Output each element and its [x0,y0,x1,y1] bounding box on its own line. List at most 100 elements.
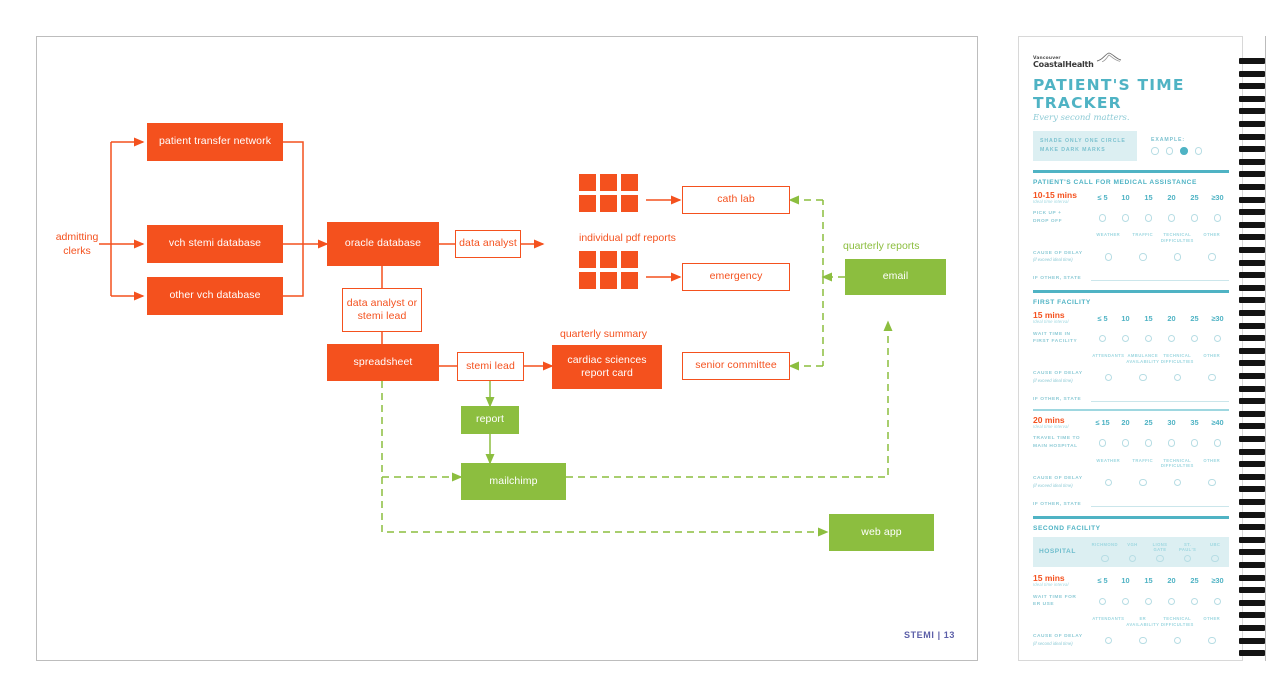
node-senior-committee[interactable]: senior committee [682,352,790,380]
node-patient-transfer-network[interactable]: patient transfer network [147,123,283,161]
node-email[interactable]: email [845,259,946,295]
node-other-vch-database[interactable]: other vch database [147,277,283,315]
binding-ring [1239,637,1265,644]
node-stemi-lead[interactable]: stemi lead [457,352,524,381]
radio-circle[interactable] [1104,253,1112,261]
hospital-radio[interactable] [1128,554,1137,563]
radio-circle[interactable] [1213,214,1222,222]
node-cardiac-sciences-report-card[interactable]: cardiac sciences report card [552,345,662,389]
radio-circle[interactable] [1139,253,1147,261]
other-input-line[interactable] [1091,393,1229,402]
radio-circle[interactable] [1190,439,1199,447]
other-label: IF OTHER, STATE [1033,660,1091,661]
radio-circle[interactable] [1144,214,1153,222]
cause-note: (if exceed ideal time) [1033,257,1073,263]
scale-tick: ≤ 5 [1097,576,1108,586]
binding-ring [1239,310,1265,316]
node-spreadsheet[interactable]: spreadsheet [327,344,439,381]
hospital-radio[interactable] [1211,554,1219,563]
section-heading: FIRST FACILITY [1033,299,1091,307]
node-data-analyst[interactable]: data analyst [455,230,521,258]
example-circle[interactable] [1151,147,1159,155]
scale-tick: 20 [1121,418,1130,428]
option-cell [1160,597,1183,605]
pdf-square [621,251,638,268]
radio-circle[interactable] [1144,334,1153,343]
cause-options [1091,253,1229,261]
radio-circle[interactable] [1213,334,1222,343]
radio-circle[interactable] [1139,478,1147,487]
radio-circle[interactable] [1173,373,1181,382]
radio-circle[interactable] [1144,439,1153,447]
hospital-radio[interactable] [1183,554,1192,563]
radio-circle[interactable] [1173,636,1181,645]
hospital-radio[interactable] [1101,554,1109,563]
binding-ring [1239,221,1265,228]
radio-circle[interactable] [1167,214,1176,222]
pdf-report-grid-emergency [579,251,638,289]
radio-circle[interactable] [1121,597,1130,605]
node-oracle-database[interactable]: oracle database [327,222,439,266]
radio-circle[interactable] [1167,597,1176,605]
other-input-line[interactable] [1091,656,1229,660]
cause-row: CAUSE OF DELAY (if exceed ideal time) [1033,250,1229,265]
binding-ring [1239,398,1265,405]
other-input-line[interactable] [1091,498,1229,507]
option-cell [1195,253,1230,261]
option-cell [1091,597,1114,605]
radio-circle[interactable] [1213,439,1222,447]
radio-circle[interactable] [1104,636,1112,645]
question-label: TRAVEL TIME TO MAIN HOSPITAL [1033,436,1081,450]
radio-circle[interactable] [1139,373,1147,382]
hospital-radio[interactable] [1156,554,1164,563]
scale-tick: 15 [1144,313,1153,323]
radio-circle[interactable] [1098,214,1107,222]
radio-circle[interactable] [1121,334,1130,343]
scale-tick: 25 [1190,192,1199,202]
radio-circle[interactable] [1104,478,1112,487]
radio-circle[interactable] [1167,334,1176,343]
example-circle[interactable] [1165,147,1173,155]
option-cell [1114,214,1137,222]
radio-circle[interactable] [1208,373,1216,382]
scale-tick: 15 [1144,192,1153,202]
radio-circle[interactable] [1104,373,1112,382]
other-input-line[interactable] [1091,272,1229,282]
ideal-minutes: 15 mins Ideal time interval [1033,574,1091,587]
radio-circle[interactable] [1121,439,1130,447]
radio-circle[interactable] [1190,214,1199,222]
option-cell [1195,636,1230,645]
radio-circle[interactable] [1190,334,1199,343]
node-vch-stemi-database[interactable]: vch stemi database [147,225,283,263]
cause-name: OTHER [1203,232,1221,238]
example-circle-filled[interactable] [1180,147,1188,155]
radio-circle[interactable] [1121,214,1130,222]
node-data-analyst-or-stemi-lead[interactable]: data analyst or stemi lead [342,288,422,332]
node-mailchimp[interactable]: mailchimp [461,463,566,500]
radio-circle[interactable] [1139,636,1147,645]
radio-circle[interactable] [1098,439,1107,447]
cause-label: CAUSE OF DELAY (if exceed ideal time) [1033,475,1091,490]
node-emergency[interactable]: emergency [682,263,790,291]
radio-circle[interactable] [1173,253,1181,261]
node-report[interactable]: report [461,406,519,434]
radio-circle[interactable] [1213,597,1222,605]
cause-name: TRAFFIC [1132,232,1154,238]
radio-circle[interactable] [1208,636,1216,645]
pdf-report-grid-cath [579,174,638,212]
radio-circle[interactable] [1208,253,1216,261]
node-web-app[interactable]: web app [829,514,934,551]
cause-header: ATTENDANTS AMBULANCE AVAILABILITY TECHNICAL… [1033,353,1229,364]
node-cath-lab[interactable]: cath lab [682,186,790,214]
radio-circle[interactable] [1098,334,1107,343]
binding-ring [1239,549,1265,556]
radio-circle[interactable] [1098,597,1107,605]
radio-circle[interactable] [1167,439,1176,447]
radio-circle[interactable] [1144,597,1153,605]
radio-circle[interactable] [1208,478,1216,487]
hospital-name: VGH [1127,541,1138,547]
radio-circle[interactable] [1173,478,1181,487]
radio-circle[interactable] [1190,597,1199,605]
example-circle[interactable] [1194,147,1202,155]
